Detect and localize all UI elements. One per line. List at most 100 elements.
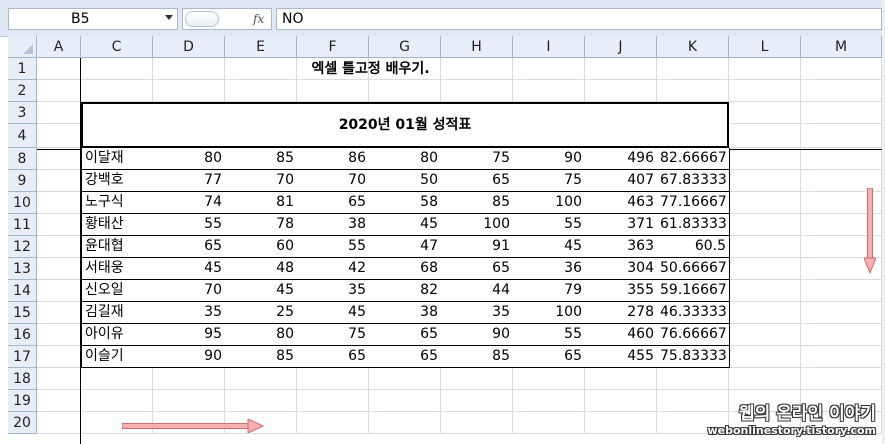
score-cell[interactable]: 77.16667 [657,192,730,214]
score-cell[interactable]: 46.33333 [657,302,730,324]
grid-cell[interactable] [153,390,225,412]
student-name-cell[interactable]: 강백호 [81,170,154,192]
score-cell[interactable]: 355 [585,280,658,302]
grid-cell[interactable] [801,102,882,124]
row-header-17[interactable]: 17 [8,346,37,368]
grid-cell[interactable] [369,390,441,412]
grid-cell[interactable] [585,368,657,390]
grid-cell[interactable] [37,324,81,346]
score-cell[interactable]: 363 [585,236,658,258]
chevron-down-icon[interactable] [165,15,173,20]
row-header-11[interactable]: 11 [8,214,37,236]
score-cell[interactable]: 74 [153,192,226,214]
score-cell[interactable]: 65 [441,170,514,192]
row-header-8[interactable]: 8 [8,148,37,170]
score-cell[interactable]: 65 [369,346,442,368]
grid-cell[interactable] [369,412,441,434]
score-cell[interactable]: 38 [369,302,442,324]
score-cell[interactable]: 35 [297,280,370,302]
student-name-cell[interactable]: 김길재 [81,302,154,324]
grid-cell[interactable] [37,148,81,170]
student-name-cell[interactable]: 서태웅 [81,258,154,280]
score-cell[interactable]: 55 [513,214,586,236]
grid-cell[interactable] [37,258,81,280]
score-cell[interactable]: 81 [225,192,298,214]
grid-cell[interactable] [801,148,882,170]
grid-cell[interactable] [37,170,81,192]
row-header-4[interactable]: 4 [8,124,37,148]
row-header-15[interactable]: 15 [8,302,37,324]
grid-cell[interactable] [729,214,801,236]
score-cell[interactable]: 82.66667 [657,148,730,170]
grid-cell[interactable] [513,368,585,390]
score-cell[interactable]: 38 [297,214,370,236]
grid-cell[interactable] [297,412,369,434]
score-cell[interactable]: 55 [513,324,586,346]
grid-cell[interactable] [729,236,801,258]
score-cell[interactable]: 304 [585,258,658,280]
grid-cell[interactable] [729,302,801,324]
score-cell[interactable]: 61.83333 [657,214,730,236]
score-cell[interactable]: 36 [513,258,586,280]
grid-cell[interactable] [297,80,369,102]
grid-cell[interactable] [81,58,153,80]
grid-cell[interactable] [441,390,513,412]
score-cell[interactable]: 70 [153,280,226,302]
grid-cell[interactable] [585,390,657,412]
column-header-e[interactable]: E [225,36,297,58]
column-header-d[interactable]: D [153,36,225,58]
grid-cell[interactable] [225,368,297,390]
column-header-j[interactable]: J [585,36,657,58]
row-header-18[interactable]: 18 [8,368,37,390]
score-cell[interactable]: 85 [225,346,298,368]
column-header-m[interactable]: M [801,36,882,58]
grid-cell[interactable] [801,368,882,390]
grid-cell[interactable] [513,390,585,412]
score-cell[interactable]: 90 [513,148,586,170]
grid-cell[interactable] [657,58,729,80]
score-cell[interactable]: 75 [513,170,586,192]
grid-cell[interactable] [37,390,81,412]
score-cell[interactable]: 50 [369,170,442,192]
grid-cell[interactable] [441,412,513,434]
score-cell[interactable]: 59.16667 [657,280,730,302]
score-cell[interactable]: 65 [513,346,586,368]
student-name-cell[interactable]: 신오일 [81,280,154,302]
student-name-cell[interactable]: 황태산 [81,214,154,236]
score-cell[interactable]: 278 [585,302,658,324]
row-header-16[interactable]: 16 [8,324,37,346]
grid-cell[interactable] [513,80,585,102]
grid-cell[interactable] [729,280,801,302]
score-cell[interactable]: 65 [153,236,226,258]
name-box[interactable]: B5 [8,8,178,30]
select-all-corner[interactable] [8,36,37,58]
grid-cell[interactable] [729,80,801,102]
score-cell[interactable]: 44 [441,280,514,302]
row-header-14[interactable]: 14 [8,280,37,302]
grid-cell[interactable] [729,102,801,124]
grid-cell[interactable] [801,280,882,302]
grid-cell[interactable] [729,346,801,368]
grid-cell[interactable] [801,302,882,324]
score-cell[interactable]: 35 [153,302,226,324]
grid-cell[interactable] [37,214,81,236]
row-header-13[interactable]: 13 [8,258,37,280]
grid-cell[interactable] [369,368,441,390]
grid-cell[interactable] [729,124,801,148]
grid-cell[interactable] [37,346,81,368]
grid-cell[interactable] [801,124,882,148]
score-cell[interactable]: 60 [225,236,298,258]
score-cell[interactable]: 90 [441,324,514,346]
score-cell[interactable]: 47 [369,236,442,258]
grid-cell[interactable] [657,368,729,390]
score-cell[interactable]: 45 [153,258,226,280]
grid-cell[interactable] [153,80,225,102]
score-cell[interactable]: 85 [441,192,514,214]
column-header-g[interactable]: G [369,36,441,58]
score-cell[interactable]: 65 [369,324,442,346]
column-header-a[interactable]: A [37,36,81,58]
column-header-k[interactable]: K [657,36,729,58]
score-cell[interactable]: 60.5 [657,236,730,258]
score-cell[interactable]: 91 [441,236,514,258]
grid-cell[interactable] [441,80,513,102]
